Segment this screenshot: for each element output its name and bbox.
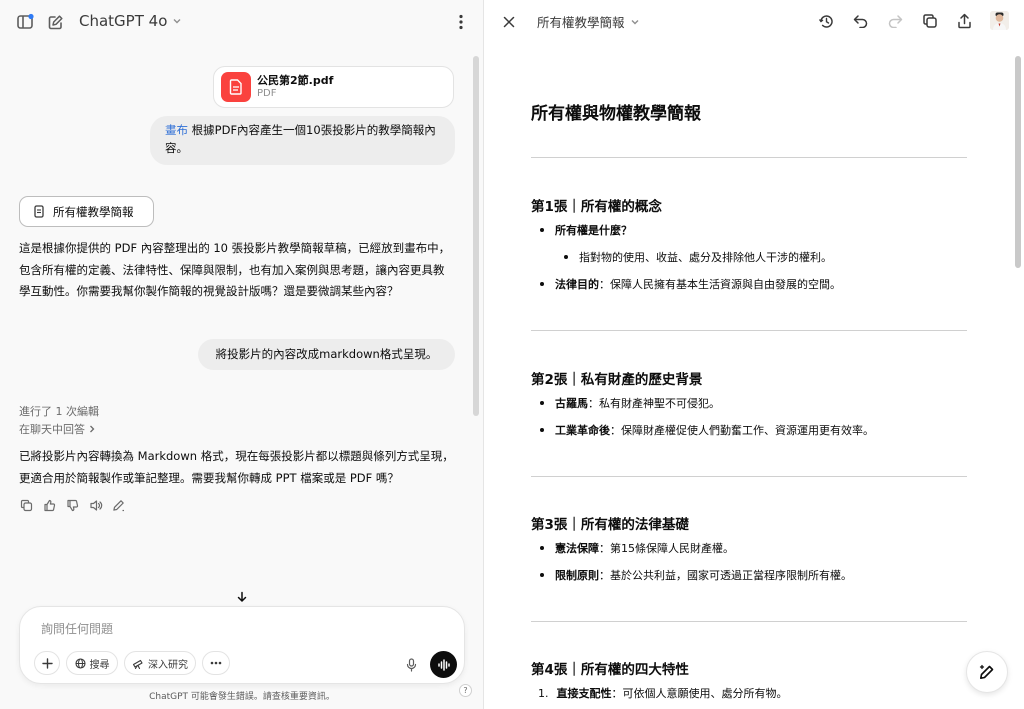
edit-in-canvas-icon[interactable]	[111, 498, 126, 513]
divider	[531, 157, 967, 158]
new-chat-icon[interactable]	[45, 12, 65, 32]
redo-icon[interactable]	[885, 11, 905, 31]
edit-note: 進行了 1 次編輯	[19, 405, 99, 418]
canvas-title-selector[interactable]: 所有權教學簡報	[537, 12, 640, 31]
chat-panel: ChatGPT 4o 公民第2節.pdf PDF 畫布 根據PDF內容產生一個1…	[0, 0, 484, 709]
list-item: 限制原則 ：基於公共利益，國家可透過正當程序限制所有權。	[540, 567, 852, 583]
more-tools-button[interactable]	[202, 651, 230, 675]
slide-heading: 第1張｜所有權的概念	[531, 199, 662, 215]
globe-icon	[74, 657, 86, 669]
more-horizontal-icon	[210, 661, 222, 665]
document-icon	[34, 205, 44, 218]
canvas-scrollbar[interactable]	[1015, 56, 1021, 268]
sidebar-toggle-icon[interactable]	[15, 12, 35, 32]
waveform-icon	[437, 658, 450, 671]
close-icon[interactable]	[499, 12, 519, 32]
voice-mode-button[interactable]	[430, 651, 457, 678]
canvas-title: 所有權教學簡報	[537, 15, 625, 30]
slide-heading: 第2張｜私有財產的歷史背景	[531, 372, 703, 388]
search-label: 搜尋	[89, 659, 110, 671]
message-actions	[19, 498, 126, 513]
pencil-sparkle-icon	[979, 664, 994, 679]
chevron-down-icon	[631, 19, 639, 24]
list-item: 憲法保障 ：第15條保障人民財產權。	[540, 540, 734, 556]
list-item: 指對物的使用、收益、處分及排除他人干涉的權利。	[564, 249, 832, 265]
copy-icon[interactable]	[19, 498, 34, 513]
model-selector[interactable]: ChatGPT 4o	[79, 12, 182, 30]
message-composer: 詢問任何問題 搜尋 深入研究	[19, 606, 465, 684]
plus-icon	[41, 657, 53, 669]
slide-heading: 第3張｜所有權的法律基礎	[531, 517, 689, 533]
deep-research-label: 深入研究	[148, 659, 188, 671]
thumbs-down-icon[interactable]	[65, 498, 80, 513]
user-message: 將投影片的內容改成markdown格式呈現。	[198, 339, 455, 370]
chat-scrollbar[interactable]	[473, 56, 479, 416]
list-item: 1. 直接支配性 ：可依個人意願使用、處分所有物。	[538, 686, 788, 701]
chevron-right-icon	[90, 425, 95, 433]
chat-topbar: ChatGPT 4o	[0, 0, 484, 44]
history-icon[interactable]	[816, 11, 836, 31]
divider	[531, 476, 967, 477]
disclaimer: ChatGPT 可能會發生錯誤。請查核重要資訊。	[149, 692, 335, 702]
list-item: 法律目的 ：保障人民擁有基本生活資源與自由發展的空間。	[540, 276, 841, 292]
telescope-icon	[132, 659, 143, 669]
deep-research-button[interactable]: 深入研究	[124, 651, 196, 675]
file-icon	[221, 72, 251, 102]
slide-heading: 第4張｜所有權的四大特性	[531, 662, 689, 678]
share-icon[interactable]	[954, 11, 974, 31]
divider	[531, 621, 967, 622]
assistant-message: 這是根據你提供的 PDF 內容整理出的 10 張投影片教學簡報草稿，已經放到畫布…	[19, 241, 451, 298]
more-options-icon[interactable]	[451, 12, 471, 32]
microphone-icon[interactable]	[402, 656, 420, 674]
document-title: 所有權與物權教學簡報	[531, 104, 701, 124]
canvas-tag: 畫布	[165, 123, 188, 137]
list-item: 工業革命後 ：保障財產權促使人們勤奮工作、資源運用更有效率。	[540, 422, 874, 438]
search-button[interactable]: 搜尋	[66, 651, 118, 675]
copy-icon[interactable]	[920, 11, 940, 31]
model-name: ChatGPT 4o	[79, 12, 168, 30]
avatar[interactable]	[990, 11, 1009, 30]
edit-suggestions-button[interactable]	[966, 651, 1008, 693]
attachment-name: 公民第2節.pdf	[257, 74, 334, 87]
canvas-button-label: 所有權教學簡報	[53, 204, 134, 219]
attachment-type: PDF	[257, 88, 277, 99]
pdf-attachment[interactable]: 公民第2節.pdf PDF	[213, 66, 454, 108]
scroll-down-icon[interactable]	[232, 587, 252, 607]
assistant-message: 已將投影片內容轉換為 Markdown 格式，現在每張投影片都以標題與條列方式呈…	[19, 449, 454, 485]
attach-button[interactable]	[34, 651, 60, 675]
divider	[531, 330, 967, 331]
canvas-panel: 所有權教學簡報 所有權與物權教學簡報 第1張｜所有權的概念 所有權是什麼？ 指對…	[485, 0, 1024, 709]
read-aloud-icon[interactable]	[88, 498, 103, 513]
list-item: 所有權是什麼？	[540, 222, 632, 238]
user-message-text: 根據PDF內容產生一個10張投影片的教學簡報內容。	[165, 123, 436, 155]
list-item: 古羅馬 ：私有財產神聖不可侵犯。	[540, 395, 720, 411]
composer-input[interactable]: 詢問任何問題	[41, 620, 113, 637]
reply-in-chat-link[interactable]: 在聊天中回答	[19, 421, 96, 437]
user-message: 畫布 根據PDF內容產生一個10張投影片的教學簡報內容。	[150, 116, 455, 165]
thumbs-up-icon[interactable]	[42, 498, 57, 513]
canvas-document-button[interactable]: 所有權教學簡報	[19, 196, 154, 227]
chevron-down-icon	[173, 19, 181, 24]
reply-in-chat-label: 在聊天中回答	[19, 423, 85, 436]
undo-icon[interactable]	[851, 11, 871, 31]
help-button[interactable]: ?	[459, 684, 472, 697]
